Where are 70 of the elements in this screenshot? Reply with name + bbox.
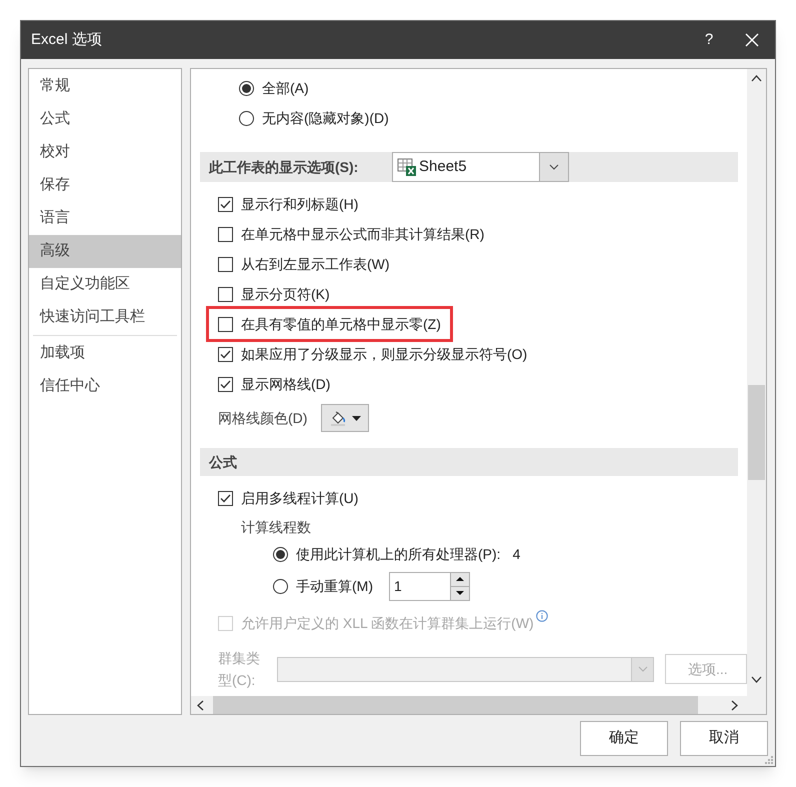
option-label: 无内容(隐藏对象)(D) [262, 108, 389, 128]
caret-icon [352, 416, 361, 420]
arrow-up-icon [456, 577, 464, 581]
help-button[interactable]: ? [689, 21, 729, 59]
sidebar-item[interactable]: 高级 [29, 235, 181, 268]
sidebar-item[interactable]: 常规 [29, 70, 181, 103]
checkbox[interactable] [218, 490, 233, 506]
radio-button[interactable] [239, 110, 254, 126]
sidebar-item[interactable]: 自定义功能区 [29, 268, 181, 301]
sheet-dropdown[interactable]: Sheet5 [392, 152, 569, 182]
sidebar-item[interactable]: 公式 [29, 103, 181, 136]
option-label: 在具有零值的单元格中显示零(Z) [241, 314, 441, 334]
option-label: 网格线颜色(D) [218, 408, 308, 428]
radio-button[interactable] [273, 547, 288, 562]
spin-down-button[interactable] [451, 586, 469, 600]
close-icon [745, 33, 759, 47]
option-label: 允许用户定义的 XLL 函数在计算群集上运行(W) [241, 614, 534, 633]
option-label: 显示分页符(K) [241, 284, 330, 304]
sidebar-item[interactable]: 加载项 [29, 337, 181, 370]
sidebar-item[interactable]: 保存 [29, 169, 181, 202]
radio-button[interactable] [273, 578, 288, 594]
paint-bucket-icon [330, 410, 346, 426]
checkbox[interactable] [218, 376, 233, 392]
scroll-right-icon[interactable] [731, 700, 738, 710]
section-title: 此工作表的显示选项(S): [208, 158, 360, 177]
sheet-icon [397, 157, 417, 177]
option-label: 显示网格线(D) [241, 374, 330, 394]
option-label: 使用此计算机上的所有处理器(P): [296, 545, 501, 564]
ok-button[interactable]: 确定 [580, 721, 668, 756]
color-picker-button[interactable] [321, 404, 370, 432]
vertical-scrollbar[interactable] [747, 69, 766, 696]
scroll-up-icon[interactable] [751, 75, 762, 82]
option-label: 在单元格中显示公式而非其计算结果(R) [241, 224, 484, 244]
option-label: 如果应用了分级显示，则显示分级显示符号(O) [241, 344, 528, 364]
dropdown-value: Sheet5 [419, 156, 468, 177]
checkbox[interactable] [218, 346, 233, 362]
spin-up-button[interactable] [451, 572, 469, 586]
cancel-button[interactable]: 取消 [680, 721, 768, 756]
number-spinner[interactable]: 1 [389, 572, 470, 600]
arrow-down-icon [456, 591, 464, 595]
scroll-thumb[interactable] [748, 385, 766, 480]
info-icon [536, 610, 548, 622]
checkbox[interactable] [218, 286, 233, 302]
scroll-down-icon[interactable] [751, 676, 762, 683]
sidebar-item[interactable]: 信任中心 [29, 370, 181, 403]
checkbox[interactable] [218, 226, 233, 242]
checkbox[interactable] [218, 196, 233, 212]
option-label: 手动重算(M) [296, 576, 373, 596]
checkbox[interactable] [218, 316, 233, 332]
option-label: 全部(A) [262, 78, 309, 98]
spinner-value: 1 [393, 576, 403, 596]
option-label: 显示行和列标题(H) [241, 194, 358, 214]
checkbox[interactable] [218, 256, 233, 272]
radio-button[interactable] [239, 80, 254, 96]
window-title: Excel 选项 [31, 30, 103, 50]
scroll-thumb[interactable] [213, 696, 698, 714]
group-label: 计算线程数 [241, 518, 311, 536]
processor-count: 4 [512, 545, 520, 564]
sidebar-item[interactable]: 语言 [29, 202, 181, 235]
section-title: 公式 [208, 452, 237, 472]
chevron-down-icon [638, 666, 648, 672]
option-label: 从右到左显示工作表(W) [241, 254, 390, 274]
option-label: 启用多线程计算(U) [241, 488, 358, 508]
chevron-down-icon [549, 164, 559, 170]
resize-grip-icon[interactable] [764, 755, 774, 765]
sidebar-item[interactable]: 快速访问工具栏 [29, 301, 181, 334]
scroll-left-icon[interactable] [197, 700, 204, 710]
sidebar-item[interactable]: 校对 [29, 136, 181, 169]
horizontal-scrollbar[interactable] [191, 696, 766, 714]
option-label: 群集类型(C): [218, 649, 261, 690]
